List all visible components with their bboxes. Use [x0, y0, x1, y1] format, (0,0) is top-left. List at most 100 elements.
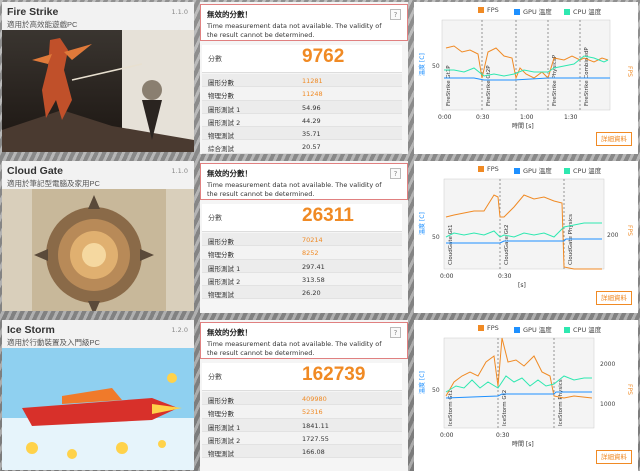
row-label: 圖形分數: [208, 238, 234, 246]
test-panel-ice-storm: Ice Storm 適用於行動裝置及入門級PC 1.2.0 無效的分數！ Tim…: [2, 320, 638, 471]
monitoring-chart: 溫度 [C] FPS 50 2000 1000 IceStorm Gt1 Ice…: [418, 337, 633, 448]
table-row: 圖形測試 2 313.58: [202, 272, 402, 287]
row-value: 11281: [302, 77, 323, 85]
x-axis-label: 時間 [s]: [512, 440, 534, 448]
score-box: 分數 9762: [202, 45, 402, 73]
row-value: 20.57: [302, 143, 321, 152]
row-value: 11248: [302, 90, 323, 99]
monitoring-chart-panel: FPS GPU 溫度 CPU 溫度 溫度 [C] FPS 50 200 Clou…: [414, 161, 638, 313]
test-title: Cloud Gate: [7, 165, 64, 177]
result-column: 無效的分數！ Time measurement data not availab…: [200, 161, 408, 313]
x-tick: 0:30: [476, 114, 490, 121]
table-row: 圖形測試 2 1727.55: [202, 431, 402, 446]
legend-label: CPU 溫度: [573, 8, 602, 16]
x-tick: 0:30: [496, 432, 510, 439]
row-value: 26.20: [302, 289, 321, 298]
x-tick: 0:00: [438, 114, 452, 121]
test-card: Fire Strike 適用於高效能遊戲PC 1.1.0: [2, 2, 194, 152]
test-card: Cloud Gate 適用於筆記型電腦及家用PC 1.1.0: [2, 161, 194, 311]
row-label: 物理分數: [208, 410, 234, 419]
y-axis-label-left: 溫度 [C]: [418, 212, 426, 235]
gpu-swatch: [514, 327, 520, 333]
fps-swatch: [478, 7, 484, 13]
monitoring-chart-panel: FPS GPU 溫度 CPU 溫度 溫度 [C] FPS 50 FireStri…: [414, 2, 638, 154]
segment-label: FireStrike CombinedP: [584, 47, 590, 106]
invalid-score-warning: 無效的分數！ Time measurement data not availab…: [200, 163, 408, 200]
segment-label: IceStorm Gt2: [502, 390, 508, 426]
score-label: 分數: [208, 55, 222, 63]
score-box: 分數 162739: [202, 363, 402, 391]
row-value: 70214: [302, 236, 323, 244]
x-tick: 0:30: [498, 273, 512, 280]
score-box: 分數 26311: [202, 204, 402, 232]
help-button[interactable]: ?: [390, 9, 401, 20]
x-axis-label: [s]: [518, 282, 526, 289]
segment-label: CloudGate Gt1: [448, 224, 454, 265]
y-tick: 50: [432, 234, 440, 241]
table-row: 圖形分數 70214: [202, 233, 402, 247]
test-title: Fire Strike: [7, 6, 59, 18]
test-panel-cloud-gate: Cloud Gate 適用於筆記型電腦及家用PC 1.1.0 無效的分數！ Ti…: [2, 161, 638, 313]
table-row: 圖形分數 11281: [202, 74, 402, 88]
legend-cpu: CPU 溫度: [564, 6, 601, 16]
monitoring-chart: 溫度 [C] FPS 50 FireStrike Gt1P FireStrike…: [418, 19, 633, 130]
row-label: 圖形測試 2: [208, 277, 241, 286]
row-value: 52316: [302, 408, 323, 417]
legend-fps: FPS: [478, 6, 499, 14]
row-value: 35.71: [302, 130, 321, 139]
table-row: 物理測試 26.20: [202, 286, 402, 300]
fps-swatch: [478, 325, 484, 331]
test-version: 1.1.0: [171, 167, 188, 175]
warning-title: 無效的分數！: [207, 328, 252, 337]
monitoring-chart-panel: FPS GPU 溫度 CPU 溫度 溫度 [C] FPS 50 2000 100…: [414, 320, 638, 471]
row-value: 1841.11: [302, 421, 329, 430]
gpu-swatch: [514, 9, 520, 15]
monitoring-chart: 溫度 [C] FPS 50 200 CloudGate Gt1 CloudGat…: [418, 178, 633, 289]
fps-swatch: [478, 166, 484, 172]
row-label: 圖形測試 1: [208, 105, 241, 114]
x-tick: 0:00: [440, 432, 454, 439]
help-button[interactable]: ?: [390, 327, 401, 338]
row-label: 圖形分數: [208, 79, 234, 87]
warning-text: Time measurement data not available. The…: [207, 340, 382, 357]
row-value: 297.41: [302, 262, 325, 271]
segment-label: IceStorm Physics: [558, 379, 564, 426]
invalid-score-warning: 無效的分數！ Time measurement data not availab…: [200, 322, 408, 359]
legend-label: GPU 溫度: [523, 8, 552, 16]
test-title: Ice Storm: [7, 324, 55, 336]
row-value: 44.29: [302, 116, 321, 125]
legend-fps: FPS: [478, 324, 499, 332]
warning-title: 無效的分數！: [207, 10, 252, 19]
table-row: 圖形測試 1 54.96: [202, 100, 402, 114]
details-button[interactable]: 詳細資料: [596, 450, 632, 464]
table-row: 物理分數 52316: [202, 405, 402, 419]
details-button[interactable]: 詳細資料: [596, 132, 632, 146]
legend-label: GPU 溫度: [523, 167, 552, 175]
test-subtitle: 適用於高效能遊戲PC: [7, 20, 78, 29]
y-tick-right: 200: [607, 232, 619, 239]
row-label: 物理測試: [208, 291, 234, 300]
help-button[interactable]: ?: [390, 168, 401, 179]
table-row: 圖形測試 2 44.29: [202, 113, 402, 128]
score-breakdown: 圖形分數 11281 物理分數 11248 圖形測試 1 54.96 圖形測試 2 44…: [202, 74, 402, 154]
y-tick: 50: [432, 387, 440, 394]
table-row: 綜合測試 20.57: [202, 140, 402, 154]
score-value: 9762: [302, 46, 345, 67]
row-label: 圖形測試 1: [208, 423, 241, 432]
legend-label: GPU 溫度: [523, 326, 552, 334]
row-label: 物理分數: [208, 251, 234, 260]
table-row: 圖形分數 409980: [202, 392, 402, 406]
cpu-swatch: [564, 168, 570, 174]
test-version: 1.1.0: [171, 8, 188, 16]
legend-gpu: GPU 溫度: [514, 165, 552, 175]
row-label: 物理分數: [208, 92, 234, 101]
table-row: 圖形測試 1 1841.11: [202, 418, 402, 432]
segment-label: IceStorm Gt1: [448, 390, 454, 426]
row-label: 物理測試: [208, 132, 234, 141]
legend-cpu: CPU 溫度: [564, 324, 601, 334]
y-axis-label-right: FPS: [626, 225, 633, 236]
row-label: 物理測試: [208, 450, 234, 459]
details-button[interactable]: 詳細資料: [596, 291, 632, 305]
chart-legend: FPS GPU 溫度 CPU 溫度: [414, 165, 638, 175]
segment-label: CloudGate Gt2: [504, 224, 510, 265]
